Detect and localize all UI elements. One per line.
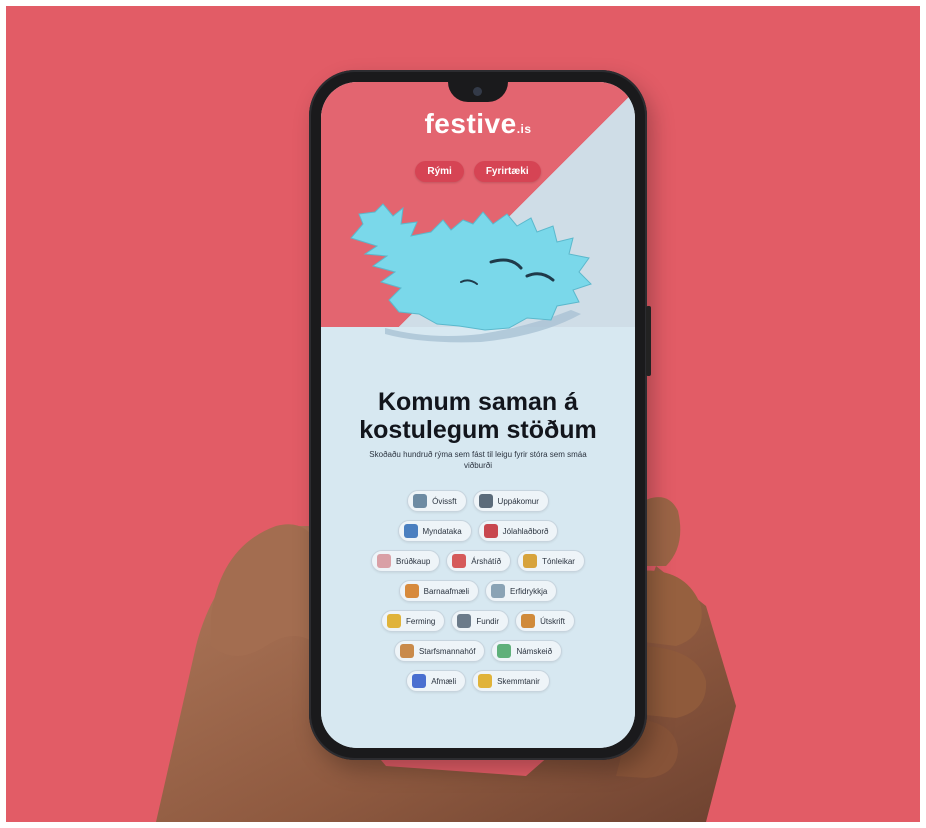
category-row: Myndataka Jólahlaðborð	[325, 520, 631, 542]
phone-device: festive.is Rými Fyrirtæki Komum saman á …	[309, 70, 651, 760]
star-icon	[478, 674, 493, 688]
logo-tld: .is	[516, 122, 532, 136]
category-row: Ferming Fundir Útskrift	[325, 610, 631, 632]
category-chip-label: Námskeið	[516, 646, 553, 656]
category-row: Óvissft Uppákomur	[325, 490, 631, 512]
category-chip-label: Útskrift	[540, 616, 565, 626]
page-title-line-2: kostulegum stöðum	[359, 416, 597, 444]
category-chip-label: Erfidrykkja	[510, 586, 548, 596]
category-chip[interactable]: Óvissft	[407, 490, 467, 512]
category-row: Afmæli Skemmtanir	[325, 670, 631, 692]
category-chip-label: Skemmtanir	[497, 676, 540, 686]
iceland-map	[350, 203, 592, 343]
camera-icon	[403, 524, 418, 538]
category-chip[interactable]: Fundir	[451, 610, 510, 632]
category-chip[interactable]: Jólahlaðborð	[477, 520, 559, 542]
page-title: Komum saman á kostulegum stöðum	[321, 388, 635, 444]
rings-icon	[377, 554, 392, 568]
festive-logo[interactable]: festive.is	[321, 108, 635, 140]
category-chip[interactable]: Tónleikar	[517, 550, 585, 572]
cake-icon	[404, 584, 419, 598]
category-chip[interactable]: Árshátíð	[446, 550, 512, 572]
mic-icon	[523, 554, 538, 568]
category-chip[interactable]: Útskrift	[515, 610, 575, 632]
candle-icon	[387, 614, 402, 628]
category-chip[interactable]: Starfsmannahóf	[393, 640, 486, 662]
nav-button-companies[interactable]: Fyrirtæki	[473, 161, 541, 182]
eye-icon	[413, 494, 428, 508]
category-chip-label: Myndataka	[422, 526, 462, 536]
category-chip-label: Brúðkaup	[396, 556, 431, 566]
category-chip-label: Jólahlaðborð	[502, 526, 549, 536]
category-chip-label: Ferming	[406, 616, 436, 626]
category-row: Barnaafmæli Erfidrykkja	[325, 580, 631, 602]
product-photo: festive.is Rými Fyrirtæki Komum saman á …	[6, 6, 920, 822]
category-chip[interactable]: Barnaafmæli	[398, 580, 479, 602]
category-chip-label: Uppákomur	[497, 496, 539, 506]
category-chip-label: Fundir	[476, 616, 500, 626]
phone-screen: festive.is Rými Fyrirtæki Komum saman á …	[321, 82, 635, 748]
book-icon	[497, 644, 512, 658]
category-chip-label: Barnaafmæli	[423, 586, 469, 596]
party-icon	[452, 554, 467, 568]
page-title-line-1: Komum saman á	[377, 388, 579, 416]
category-chip[interactable]: Myndataka	[397, 520, 472, 542]
category-chip-label: Afmæli	[431, 676, 457, 686]
logo-text: festive	[424, 108, 517, 139]
page-subtitle: Skoðaðu hundruð rýma sem fást til leigu …	[369, 450, 587, 470]
category-chip[interactable]: Ferming	[381, 610, 446, 632]
phone-side-button	[646, 306, 651, 376]
people-icon	[399, 644, 414, 658]
category-chips: Óvissft Uppákomur Myndataka Jólahlaðborð Brú…	[325, 490, 631, 700]
category-chip[interactable]: Erfidrykkja	[485, 580, 558, 602]
category-chip[interactable]: Námskeið	[491, 640, 563, 662]
category-row: Starfsmannahóf Námskeið	[325, 640, 631, 662]
settings-icon	[457, 614, 472, 628]
category-chip[interactable]: Uppákomur	[472, 490, 549, 512]
category-chip-label: Tónleikar	[542, 556, 575, 566]
category-chip-label: Árshátíð	[471, 556, 502, 566]
category-row: Brúðkaup Árshátíð Tónleikar	[325, 550, 631, 572]
top-nav: Rými Fyrirtæki	[321, 161, 635, 182]
category-chip[interactable]: Skemmtanir	[472, 670, 550, 692]
category-chip[interactable]: Afmæli	[406, 670, 467, 692]
gift-icon	[483, 524, 498, 538]
category-chip[interactable]: Brúðkaup	[371, 550, 441, 572]
balloon-icon	[412, 674, 427, 688]
nav-button-spaces[interactable]: Rými	[415, 161, 464, 182]
gear-icon	[478, 494, 493, 508]
category-chip-label: Starfsmannahóf	[418, 646, 476, 656]
category-chip-label: Óvissft	[432, 496, 457, 506]
cap-icon	[521, 614, 536, 628]
person-icon	[491, 584, 505, 598]
